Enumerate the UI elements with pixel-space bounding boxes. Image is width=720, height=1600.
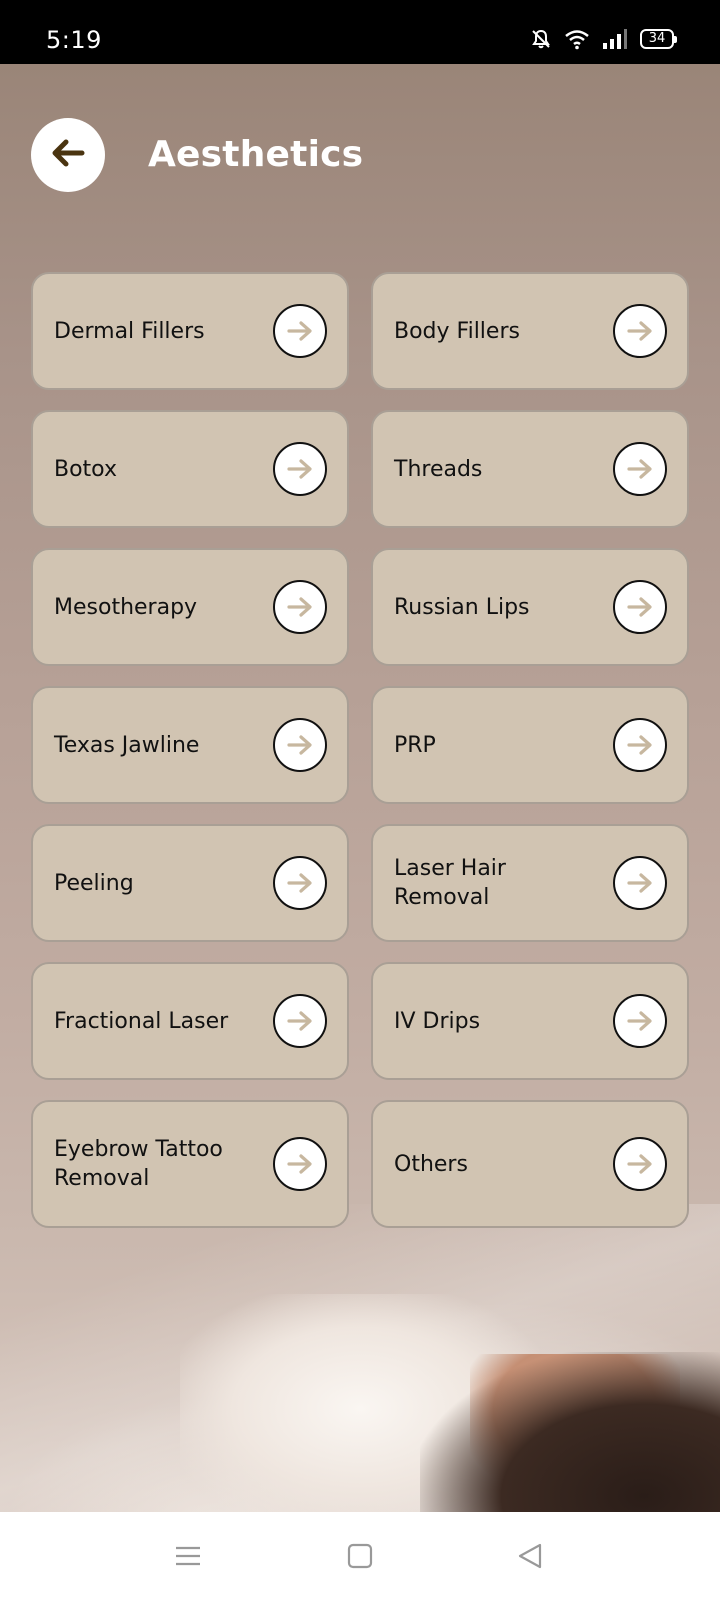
category-label: Mesotherapy bbox=[54, 594, 198, 620]
hair-shape bbox=[420, 1352, 720, 1512]
battery-icon: 34 bbox=[640, 29, 677, 49]
arrow-right-icon[interactable] bbox=[273, 856, 327, 910]
arrow-right-icon[interactable] bbox=[273, 1137, 327, 1191]
category-card-russian-lips[interactable]: Russian Lips bbox=[371, 548, 689, 666]
arrow-right-icon[interactable] bbox=[273, 442, 327, 496]
menu-icon[interactable] bbox=[174, 1542, 202, 1574]
triangle-back-icon[interactable] bbox=[516, 1542, 544, 1574]
arrow-right-icon[interactable] bbox=[613, 1137, 667, 1191]
arrow-right-icon[interactable] bbox=[273, 580, 327, 634]
category-card-botox[interactable]: Botox bbox=[31, 410, 349, 528]
category-label: Fractional Laser bbox=[54, 1008, 229, 1034]
category-card-prp[interactable]: PRP bbox=[371, 686, 689, 804]
arrow-right-icon[interactable] bbox=[273, 718, 327, 772]
category-card-peeling[interactable]: Peeling bbox=[31, 824, 349, 942]
category-label: Dermal Fillers bbox=[54, 318, 205, 344]
category-card-eyebrow-tattoo-removal[interactable]: Eyebrow Tattoo Removal bbox=[31, 1100, 349, 1228]
category-card-dermal-fillers[interactable]: Dermal Fillers bbox=[31, 272, 349, 390]
wifi-icon bbox=[564, 28, 590, 50]
category-label: Botox bbox=[54, 456, 117, 482]
arrow-right-icon[interactable] bbox=[613, 580, 667, 634]
category-card-laser-hair-removal[interactable]: Laser Hair Removal bbox=[371, 824, 689, 942]
category-card-body-fillers[interactable]: Body Fillers bbox=[371, 272, 689, 390]
page-title: Aesthetics bbox=[148, 134, 364, 175]
category-label: Laser Hair Removal bbox=[394, 856, 506, 910]
category-label: Eyebrow Tattoo Removal bbox=[54, 1137, 223, 1191]
arrow-right-icon[interactable] bbox=[613, 304, 667, 358]
bell-muted-icon bbox=[530, 28, 552, 50]
arrow-right-icon[interactable] bbox=[613, 718, 667, 772]
category-label: PRP bbox=[394, 732, 436, 758]
arrow-left-icon bbox=[51, 138, 85, 172]
category-label: IV Drips bbox=[394, 1008, 481, 1034]
category-card-fractional-laser[interactable]: Fractional Laser bbox=[31, 962, 349, 1080]
category-label: Texas Jawline bbox=[54, 732, 200, 758]
status-time: 5:19 bbox=[46, 26, 102, 54]
arrow-right-icon[interactable] bbox=[613, 856, 667, 910]
status-bar: 5:19 34 bbox=[0, 0, 720, 64]
square-home-icon[interactable] bbox=[346, 1542, 374, 1574]
arrow-right-icon[interactable] bbox=[613, 442, 667, 496]
category-card-iv-drips[interactable]: IV Drips bbox=[371, 962, 689, 1080]
category-label: Peeling bbox=[54, 870, 134, 896]
arrow-right-icon[interactable] bbox=[613, 994, 667, 1048]
category-card-others[interactable]: Others bbox=[371, 1100, 689, 1228]
arrow-right-icon[interactable] bbox=[273, 994, 327, 1048]
category-card-mesotherapy[interactable]: Mesotherapy bbox=[31, 548, 349, 666]
back-button[interactable] bbox=[31, 118, 105, 192]
category-label: Body Fillers bbox=[394, 318, 520, 344]
category-label: Others bbox=[394, 1151, 468, 1177]
category-label: Threads bbox=[394, 456, 483, 482]
category-card-threads[interactable]: Threads bbox=[371, 410, 689, 528]
status-icons: 34 bbox=[530, 28, 677, 50]
category-label: Russian Lips bbox=[394, 594, 530, 620]
signal-icon bbox=[602, 28, 628, 50]
category-grid: Dermal Fillers Body Fillers Botox Thread… bbox=[31, 272, 689, 1228]
category-card-texas-jawline[interactable]: Texas Jawline bbox=[31, 686, 349, 804]
system-nav-bar bbox=[0, 1512, 720, 1600]
arrow-right-icon[interactable] bbox=[273, 304, 327, 358]
